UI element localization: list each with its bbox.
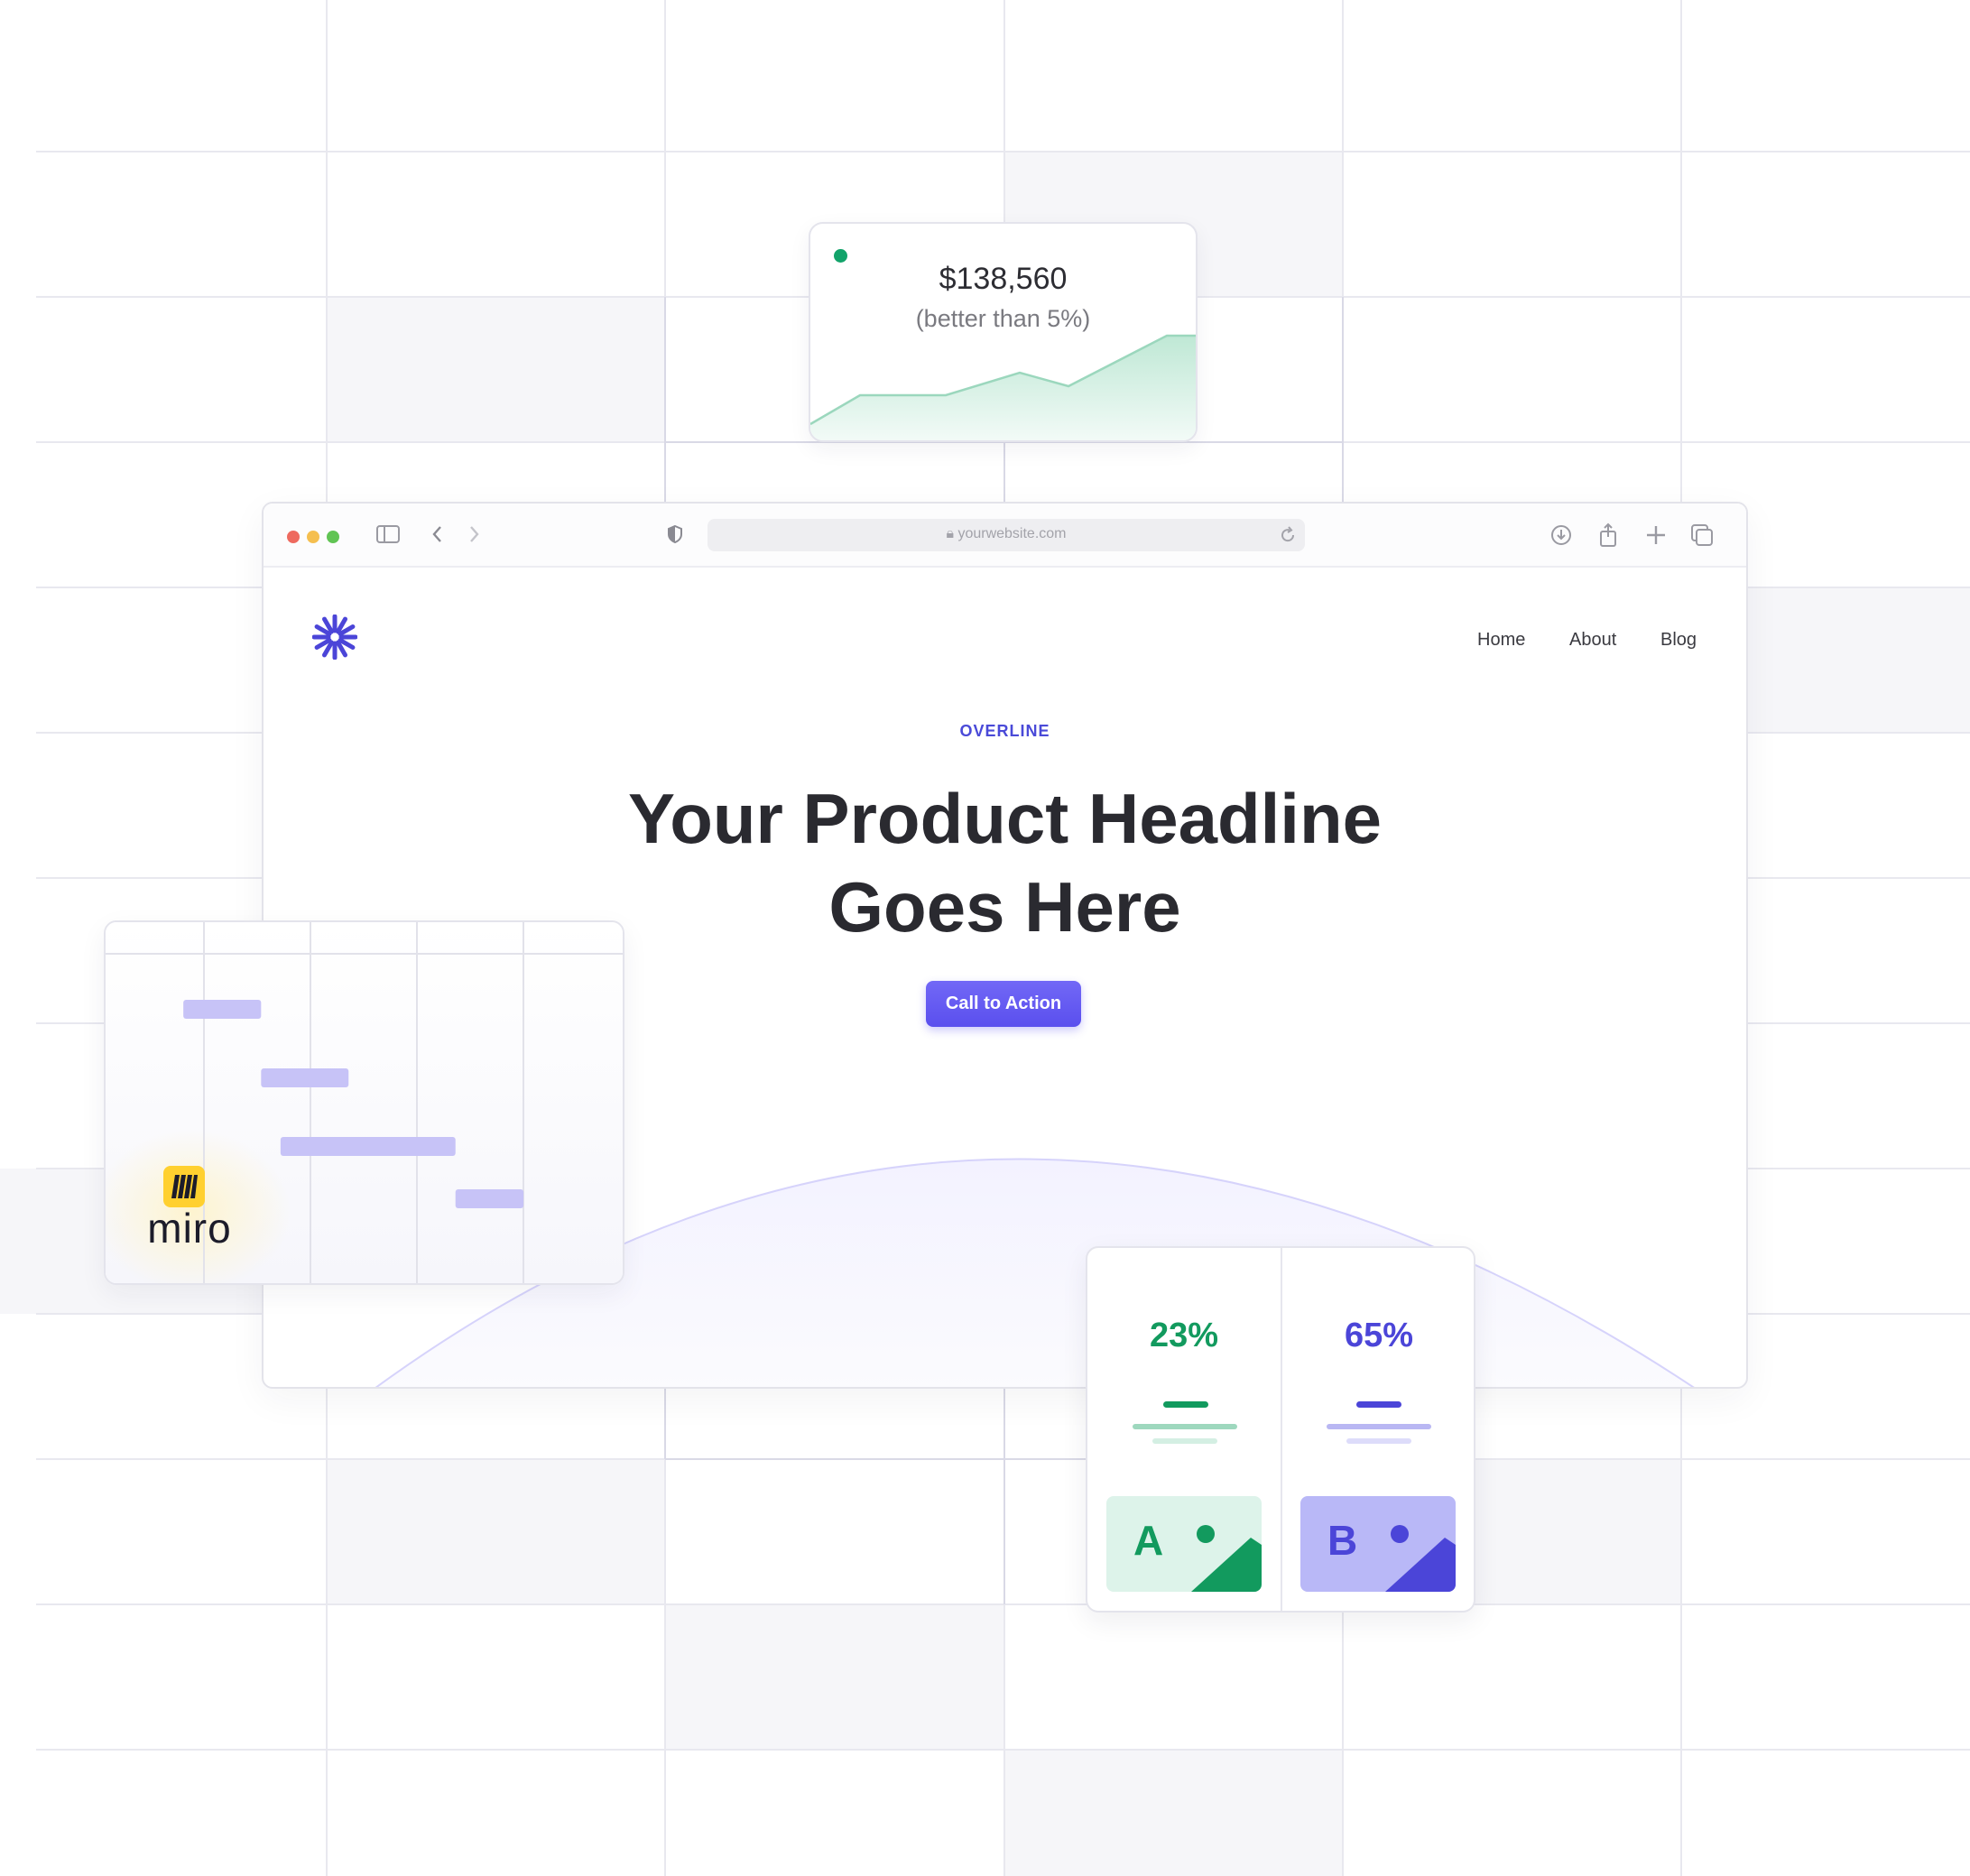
download-icon[interactable]	[1549, 522, 1574, 551]
address-bar-content: 🔒︎ yourwebsite.com	[708, 526, 1305, 542]
grid-cell	[665, 1604, 1004, 1750]
reload-icon[interactable]	[1278, 524, 1298, 550]
revenue-amount: $138,560	[939, 262, 1068, 296]
variant-divider	[1281, 1248, 1282, 1611]
gantt-task-bar	[183, 1000, 262, 1019]
variant-b-percent: 65%	[1344, 1317, 1414, 1354]
forward-icon[interactable]	[466, 523, 482, 549]
sidebar-icon[interactable]	[375, 523, 401, 549]
variant-b-text-line	[1327, 1424, 1431, 1429]
ab-test-card: 23% 65% A B	[1086, 1246, 1475, 1613]
lock-icon: 🔒︎	[946, 526, 954, 541]
variant-a-percent: 23%	[1149, 1317, 1219, 1354]
grid-cell	[327, 1459, 665, 1604]
nav-blog-link[interactable]: Blog	[1660, 630, 1697, 651]
miro-icon	[163, 1166, 205, 1207]
variant-a-text-line	[1152, 1438, 1217, 1444]
gantt-task-bar	[261, 1068, 349, 1087]
call-to-action-button[interactable]: Call to Action	[926, 981, 1081, 1027]
miro-logo: miro	[140, 1166, 239, 1252]
gantt-card: miro	[104, 920, 624, 1285]
close-window-button[interactable]	[287, 531, 300, 543]
address-bar[interactable]: 🔒︎ yourwebsite.com	[708, 519, 1305, 551]
overline: OVERLINE	[959, 722, 1050, 740]
tabs-icon[interactable]	[1689, 522, 1715, 551]
browser-toolbar: 🔒︎ yourwebsite.com	[264, 504, 1746, 568]
revenue-card: $138,560 (better than 5%)	[809, 222, 1198, 442]
gantt-task-bar	[280, 1137, 456, 1156]
grid-cell	[1004, 1750, 1343, 1876]
gantt-task-bar	[455, 1189, 524, 1208]
zoom-window-button[interactable]	[327, 531, 339, 543]
variant-a-label: A	[1133, 1517, 1164, 1564]
variant-a-text-line	[1163, 1401, 1208, 1408]
variant-b-text-line	[1346, 1438, 1411, 1444]
nav-home-link[interactable]: Home	[1477, 630, 1525, 651]
revenue-comparison: (better than 5%)	[915, 305, 1091, 332]
new-tab-icon[interactable]	[1644, 522, 1668, 551]
miro-wordmark: miro	[147, 1205, 232, 1252]
share-icon[interactable]	[1595, 522, 1621, 552]
variant-b-text-line	[1356, 1401, 1401, 1408]
revenue-sparkline	[810, 334, 1196, 440]
status-dot	[834, 249, 847, 263]
url-text: yourwebsite.com	[957, 526, 1067, 541]
headline-line-1: Your Product Headline	[628, 779, 1382, 858]
variant-a-image: A	[1106, 1496, 1262, 1592]
sparkline-area	[810, 336, 1196, 440]
shield-icon[interactable]	[666, 523, 684, 549]
site-logo-icon[interactable]	[312, 615, 357, 660]
variant-b-label: B	[1327, 1517, 1358, 1564]
grid-cell	[327, 297, 665, 442]
variant-a-text-line	[1133, 1424, 1237, 1429]
nav-about-link[interactable]: About	[1569, 630, 1616, 651]
variant-b-image: B	[1300, 1496, 1456, 1592]
back-icon[interactable]	[430, 523, 446, 549]
minimize-window-button[interactable]	[307, 531, 319, 543]
